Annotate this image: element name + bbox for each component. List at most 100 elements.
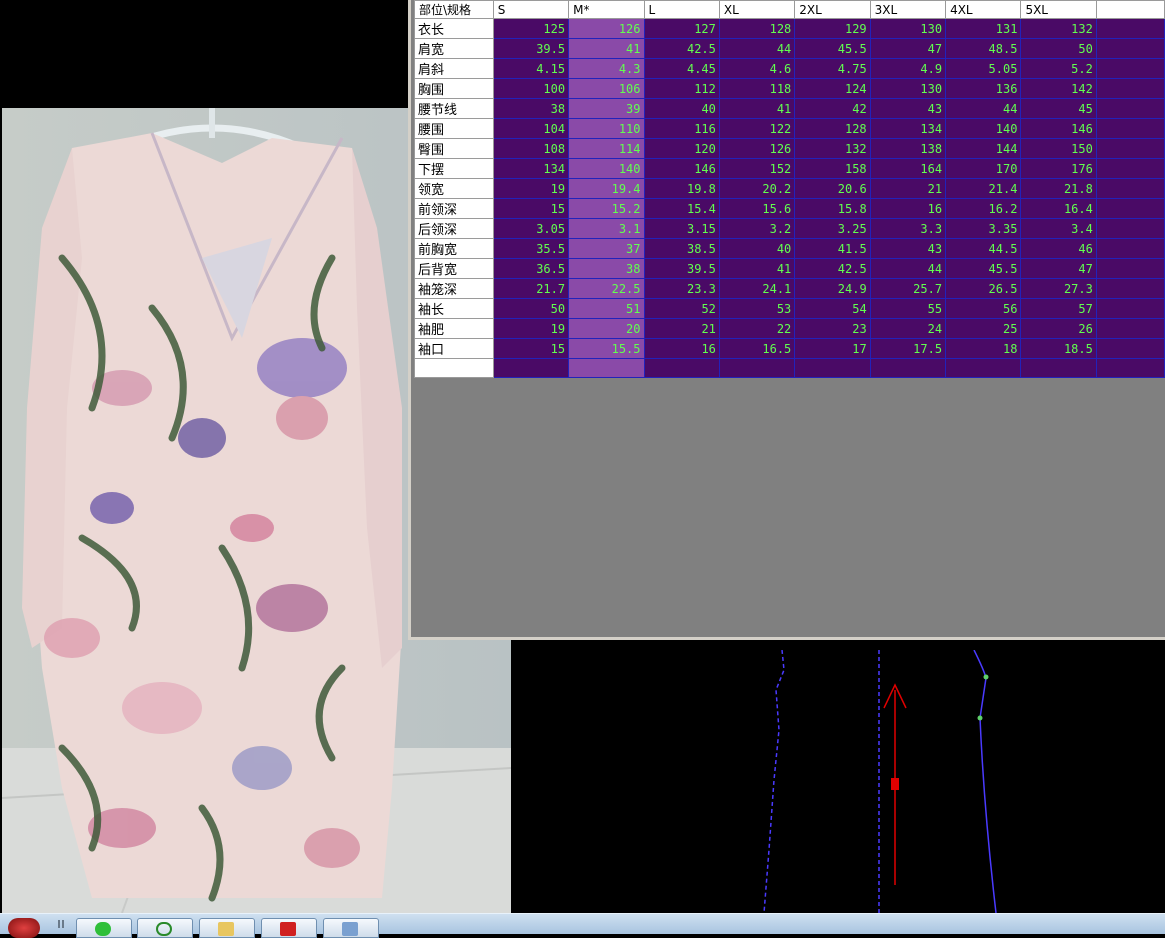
start-orb-icon[interactable] bbox=[8, 918, 40, 938]
size-value-cell[interactable]: 22.5 bbox=[568, 278, 645, 299]
size-value-cell[interactable]: 35.5 bbox=[492, 238, 570, 259]
pattern-seam-line-left[interactable] bbox=[763, 649, 785, 914]
size-value-cell[interactable]: 50 bbox=[1020, 38, 1097, 59]
size-value-cell[interactable]: 16 bbox=[643, 338, 720, 359]
size-value-cell[interactable]: 128 bbox=[794, 118, 871, 139]
size-value-cell[interactable]: 144 bbox=[945, 138, 1022, 159]
part-name-cell[interactable]: 衣长 bbox=[414, 18, 494, 39]
size-value-cell[interactable]: 40 bbox=[643, 98, 720, 119]
part-name-cell[interactable]: 袖长 bbox=[414, 298, 494, 319]
size-value-cell[interactable]: 4.15 bbox=[492, 58, 570, 79]
size-value-cell[interactable]: 15.5 bbox=[568, 338, 645, 359]
size-value-cell[interactable]: 4.45 bbox=[643, 58, 720, 79]
size-value-cell[interactable] bbox=[718, 358, 796, 378]
size-value-cell[interactable]: 38 bbox=[568, 258, 645, 279]
size-value-cell[interactable]: 24.9 bbox=[794, 278, 871, 299]
size-value-cell[interactable]: 42.5 bbox=[643, 38, 720, 59]
size-value-cell[interactable]: 18 bbox=[945, 338, 1022, 359]
size-value-cell[interactable]: 140 bbox=[568, 158, 645, 179]
size-value-cell[interactable]: 134 bbox=[869, 118, 947, 139]
size-value-cell[interactable]: 150 bbox=[1020, 138, 1097, 159]
size-value-cell[interactable]: 15.2 bbox=[568, 198, 645, 219]
part-name-cell[interactable]: 肩斜 bbox=[414, 58, 494, 79]
part-name-cell[interactable]: 肩宽 bbox=[414, 38, 494, 59]
size-value-cell[interactable]: 17 bbox=[794, 338, 871, 359]
pattern-point[interactable] bbox=[983, 674, 989, 680]
size-value-cell[interactable]: 53 bbox=[718, 298, 796, 319]
size-value-cell[interactable]: 15.8 bbox=[794, 198, 871, 219]
size-value-cell[interactable] bbox=[492, 358, 570, 378]
taskbar-button-4[interactable] bbox=[261, 918, 317, 938]
size-value-cell[interactable]: 42 bbox=[794, 98, 871, 119]
size-value-cell[interactable]: 54 bbox=[794, 298, 871, 319]
size-value-cell[interactable]: 21.8 bbox=[1020, 178, 1097, 199]
size-value-cell[interactable]: 170 bbox=[945, 158, 1022, 179]
size-value-cell[interactable]: 42.5 bbox=[794, 258, 871, 279]
size-value-cell[interactable] bbox=[1020, 358, 1097, 378]
size-value-cell[interactable]: 41 bbox=[718, 98, 796, 119]
size-value-cell[interactable]: 41 bbox=[718, 258, 796, 279]
size-value-cell[interactable]: 47 bbox=[869, 38, 947, 59]
size-value-cell[interactable]: 50 bbox=[492, 298, 570, 319]
size-value-cell[interactable]: 4.9 bbox=[869, 58, 947, 79]
part-name-cell[interactable]: 后领深 bbox=[414, 218, 494, 239]
size-value-cell[interactable]: 43 bbox=[869, 238, 947, 259]
size-value-cell[interactable]: 47 bbox=[1020, 258, 1097, 279]
size-value-cell[interactable]: 45 bbox=[1020, 98, 1097, 119]
size-value-cell[interactable]: 3.2 bbox=[718, 218, 796, 239]
size-value-cell[interactable] bbox=[794, 358, 871, 378]
size-value-cell[interactable]: 24.1 bbox=[718, 278, 796, 299]
size-value-cell[interactable]: 124 bbox=[794, 78, 871, 99]
size-value-cell[interactable]: 45.5 bbox=[945, 258, 1022, 279]
size-value-cell[interactable]: 19 bbox=[492, 318, 570, 339]
part-name-cell[interactable]: 臀围 bbox=[414, 138, 494, 159]
size-value-cell[interactable]: 25 bbox=[945, 318, 1022, 339]
size-value-cell[interactable] bbox=[945, 358, 1022, 378]
size-value-cell[interactable]: 164 bbox=[869, 158, 947, 179]
pattern-canvas[interactable] bbox=[514, 649, 1165, 914]
size-value-cell[interactable]: 15 bbox=[492, 338, 570, 359]
size-value-cell[interactable]: 26 bbox=[1020, 318, 1097, 339]
size-value-cell[interactable]: 15 bbox=[492, 198, 570, 219]
taskbar-button-5[interactable] bbox=[323, 918, 379, 938]
size-value-cell[interactable]: 129 bbox=[794, 18, 871, 39]
size-value-cell[interactable]: 39.5 bbox=[643, 258, 720, 279]
grain-line-arrow[interactable] bbox=[883, 683, 907, 885]
size-value-cell[interactable]: 132 bbox=[1020, 18, 1097, 39]
size-header-l[interactable]: L bbox=[643, 0, 720, 19]
size-value-cell[interactable]: 15.6 bbox=[718, 198, 796, 219]
taskbar-button-1[interactable] bbox=[76, 918, 132, 938]
size-value-cell[interactable]: 19.4 bbox=[568, 178, 645, 199]
size-value-cell[interactable]: 21.4 bbox=[945, 178, 1022, 199]
size-value-cell[interactable]: 37 bbox=[568, 238, 645, 259]
size-value-cell[interactable]: 46 bbox=[1020, 238, 1097, 259]
size-value-cell[interactable]: 39.5 bbox=[492, 38, 570, 59]
part-name-cell[interactable]: 袖肥 bbox=[414, 318, 494, 339]
size-value-cell[interactable]: 44 bbox=[945, 98, 1022, 119]
size-value-cell[interactable]: 152 bbox=[718, 158, 796, 179]
size-value-cell[interactable]: 16 bbox=[869, 198, 947, 219]
size-value-cell[interactable]: 4.3 bbox=[568, 58, 645, 79]
size-value-cell[interactable]: 3.3 bbox=[869, 218, 947, 239]
size-value-cell[interactable]: 126 bbox=[718, 138, 796, 159]
size-value-cell[interactable]: 134 bbox=[492, 158, 570, 179]
part-name-cell[interactable]: 袖笼深 bbox=[414, 278, 494, 299]
taskbar-button-2[interactable] bbox=[137, 918, 193, 938]
size-value-cell[interactable]: 4.6 bbox=[718, 58, 796, 79]
size-value-cell[interactable]: 138 bbox=[869, 138, 947, 159]
part-name-cell[interactable]: 胸围 bbox=[414, 78, 494, 99]
size-value-cell[interactable]: 20.2 bbox=[718, 178, 796, 199]
size-value-cell[interactable]: 17.5 bbox=[869, 338, 947, 359]
size-value-cell[interactable]: 21 bbox=[869, 178, 947, 199]
size-value-cell[interactable]: 118 bbox=[718, 78, 796, 99]
size-value-cell[interactable]: 20 bbox=[568, 318, 645, 339]
size-value-cell[interactable]: 122 bbox=[718, 118, 796, 139]
size-value-cell[interactable]: 126 bbox=[568, 18, 645, 39]
size-value-cell[interactable]: 132 bbox=[794, 138, 871, 159]
size-value-cell[interactable]: 125 bbox=[492, 18, 570, 39]
size-value-cell[interactable]: 23 bbox=[794, 318, 871, 339]
size-value-cell[interactable]: 106 bbox=[568, 78, 645, 99]
size-value-cell[interactable] bbox=[568, 358, 645, 378]
size-value-cell[interactable]: 39 bbox=[568, 98, 645, 119]
size-header-3xl[interactable]: 3XL bbox=[869, 0, 947, 19]
